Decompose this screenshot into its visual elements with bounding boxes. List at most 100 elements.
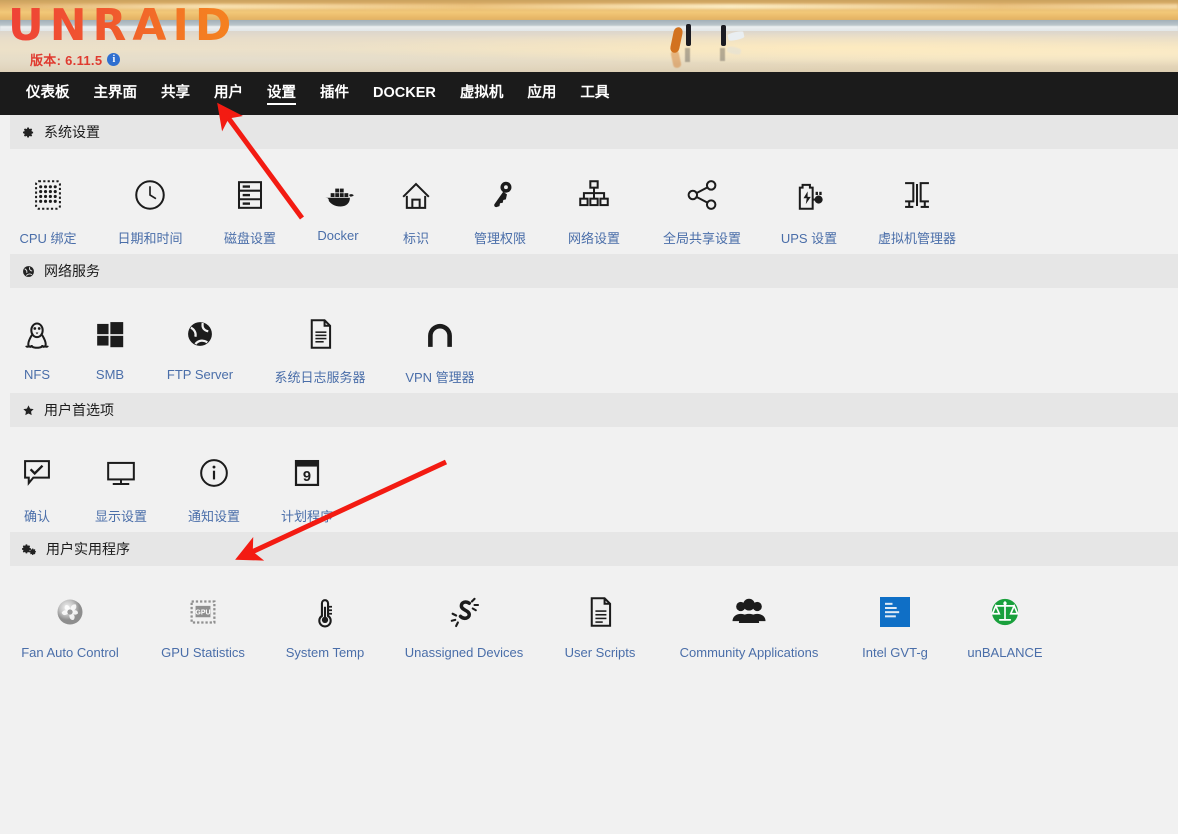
tile-label[interactable]: 通知设置 xyxy=(188,506,240,525)
nav-item-2[interactable]: 共享 xyxy=(149,72,202,115)
settings-tile-网络设置[interactable]: 网络设置 xyxy=(534,161,654,247)
tile-label[interactable]: 显示设置 xyxy=(95,506,147,525)
settings-tile-GPU Statistics[interactable]: GPU GPU Statistics xyxy=(143,578,263,660)
tile-label[interactable]: CPU 绑定 xyxy=(19,228,76,247)
nav-item-7[interactable]: 虚拟机 xyxy=(448,72,516,115)
tile-label[interactable]: VPN 管理器 xyxy=(405,367,474,386)
battery-plug-icon xyxy=(787,171,831,219)
section-title: 用户首选项 xyxy=(44,400,114,420)
tile-label[interactable]: 磁盘设置 xyxy=(224,228,276,247)
tile-label[interactable]: Unassigned Devices xyxy=(405,645,524,660)
globe-icon xyxy=(22,265,35,278)
tile-label[interactable]: UPS 设置 xyxy=(781,228,837,247)
settings-tile-UPS 设置[interactable]: UPS 设置 xyxy=(749,161,869,247)
settings-tile-Fan Auto Control[interactable]: Fan Auto Control xyxy=(10,578,130,660)
unassigned-devices-icon xyxy=(443,588,485,636)
fan-icon xyxy=(50,588,90,636)
vpn-tunnel-icon xyxy=(418,310,462,358)
share-nodes-icon xyxy=(680,171,724,219)
settings-tile-unBALANCE[interactable]: unBALANCE xyxy=(945,578,1065,660)
calendar-9-icon: 9 xyxy=(285,449,329,497)
ftp-globe-icon xyxy=(178,310,222,358)
tile-label[interactable]: FTP Server xyxy=(167,367,233,382)
nav-item-4[interactable]: 设置 xyxy=(255,72,308,115)
disk-rack-icon xyxy=(228,171,272,219)
section-1: 网络服务 NFS SMB FTP Server 系统日志服务器 VPN 管理器 xyxy=(0,254,1178,393)
log-document-icon xyxy=(298,310,342,358)
home-icon xyxy=(394,171,438,219)
gpu-chip-icon: GPU xyxy=(182,588,224,636)
settings-tile-VPN 管理器[interactable]: VPN 管理器 xyxy=(380,300,500,386)
tile-label[interactable]: GPU Statistics xyxy=(161,645,245,660)
clock-icon xyxy=(128,171,172,219)
section-3: 用户实用程序 Fan Auto Control GPU GPU Statistics S… xyxy=(0,532,1178,681)
tile-label[interactable]: Fan Auto Control xyxy=(21,645,119,660)
vm-screens-icon xyxy=(895,171,939,219)
check-bubble-icon xyxy=(15,449,59,497)
tile-label[interactable]: Community Applications xyxy=(680,645,819,660)
svg-text:GPU: GPU xyxy=(195,609,210,616)
section-body-1: NFS SMB FTP Server 系统日志服务器 VPN 管理器 xyxy=(0,288,1178,393)
star-icon xyxy=(22,404,35,417)
settings-tile-计划程序[interactable]: 9 计划程序 xyxy=(247,439,367,525)
settings-tile-虚拟机管理器[interactable]: 虚拟机管理器 xyxy=(857,161,977,247)
settings-tile-全局共享设置[interactable]: 全局共享设置 xyxy=(642,161,762,247)
info-circle-icon xyxy=(192,449,236,497)
main-navigation[interactable]: 仪表板主界面共享用户设置插件DOCKER虚拟机应用工具 xyxy=(0,72,1178,115)
info-icon[interactable]: i xyxy=(107,53,120,66)
version-line: 版本: 6.11.5 i xyxy=(30,50,237,69)
nav-item-6[interactable]: DOCKER xyxy=(361,72,448,115)
section-title: 系统设置 xyxy=(44,122,100,142)
section-title: 网络服务 xyxy=(44,261,100,281)
tile-label[interactable]: Docker xyxy=(317,228,358,243)
tile-label[interactable]: User Scripts xyxy=(565,645,636,660)
settings-tile-User Scripts[interactable]: User Scripts xyxy=(540,578,660,660)
settings-tile-系统日志服务器[interactable]: 系统日志服务器 xyxy=(260,300,380,386)
people-group-icon xyxy=(727,588,771,636)
nav-item-8[interactable]: 应用 xyxy=(515,72,568,115)
tile-label[interactable]: 确认 xyxy=(24,506,50,525)
docker-whale-icon xyxy=(316,171,360,219)
version-label: 版本: 6.11.5 xyxy=(30,50,102,69)
brand-logo-block: UNRAID 版本: 6.11.5 i xyxy=(8,4,237,69)
intel-gvtg-logo-icon xyxy=(875,588,915,636)
script-document-icon xyxy=(578,588,622,636)
section-header-2: 用户首选项 xyxy=(10,393,1178,427)
gear-icon xyxy=(22,126,35,139)
nav-item-9[interactable]: 工具 xyxy=(568,72,621,115)
tile-label[interactable]: 日期和时间 xyxy=(117,228,182,247)
section-title: 用户实用程序 xyxy=(46,539,130,559)
key-icon xyxy=(478,171,522,219)
section-header-1: 网络服务 xyxy=(10,254,1178,288)
tile-label[interactable]: 管理权限 xyxy=(474,228,526,247)
nav-item-5[interactable]: 插件 xyxy=(308,72,361,115)
tile-label[interactable]: 全局共享设置 xyxy=(663,228,741,247)
settings-tile-Community Applications[interactable]: Community Applications xyxy=(689,578,809,660)
section-header-3: 用户实用程序 xyxy=(10,532,1178,566)
tile-label[interactable]: 标识 xyxy=(403,228,429,247)
svg-text:9: 9 xyxy=(303,469,311,485)
gears-icon xyxy=(22,543,37,556)
nav-item-3[interactable]: 用户 xyxy=(202,72,255,115)
settings-tile-FTP Server[interactable]: FTP Server xyxy=(140,300,260,382)
nav-item-0[interactable]: 仪表板 xyxy=(14,72,82,115)
surfer-figure-left xyxy=(672,24,706,54)
tile-label[interactable]: 网络设置 xyxy=(568,228,620,247)
settings-tile-Unassigned Devices[interactable]: Unassigned Devices xyxy=(404,578,524,660)
settings-tile-Intel GVT-g[interactable]: Intel GVT-g xyxy=(835,578,955,660)
tile-label[interactable]: 虚拟机管理器 xyxy=(878,228,956,247)
tile-label[interactable]: 系统日志服务器 xyxy=(274,367,365,386)
nav-item-1[interactable]: 主界面 xyxy=(82,72,150,115)
tile-label[interactable]: System Temp xyxy=(286,645,365,660)
section-0: 系统设置 CPU 绑定 日期和时间 磁盘设置 Docker 标识 管理权限 网络设置 全局共享设… xyxy=(0,115,1178,254)
tile-label[interactable]: SMB xyxy=(96,367,124,382)
tile-label[interactable]: unBALANCE xyxy=(967,645,1042,660)
monitor-icon xyxy=(99,449,143,497)
network-tree-icon xyxy=(572,171,616,219)
tile-label[interactable]: Intel GVT-g xyxy=(862,645,928,660)
tile-label[interactable]: 计划程序 xyxy=(281,506,333,525)
settings-tile-System Temp[interactable]: System Temp xyxy=(265,578,385,660)
tile-label[interactable]: NFS xyxy=(24,367,50,382)
section-body-2: 确认 显示设置 通知设置 9 计划程序 xyxy=(0,427,1178,532)
header-banner: UNRAID 版本: 6.11.5 i xyxy=(0,0,1178,72)
